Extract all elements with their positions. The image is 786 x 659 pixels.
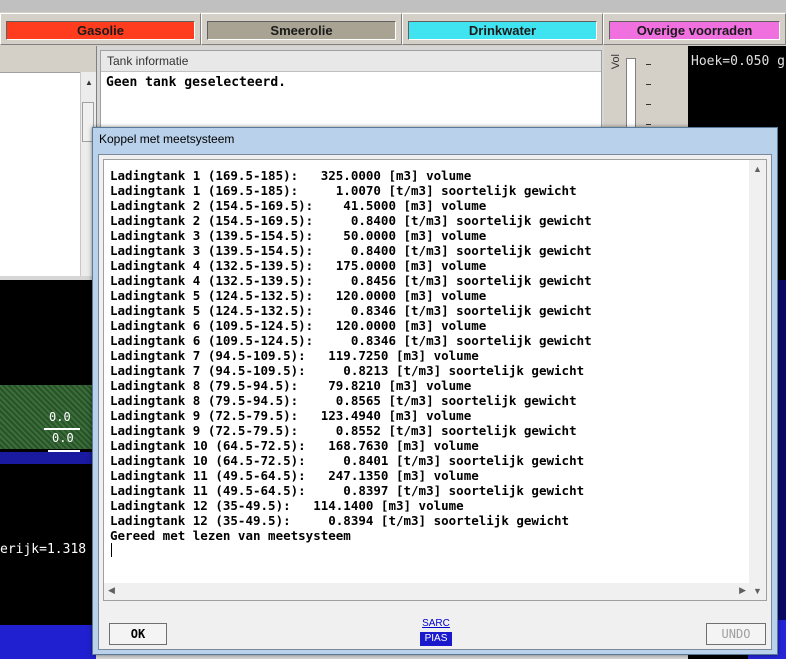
log-line: Ladingtank 9 (72.5-79.5): 123.4940 [m3] … [110, 408, 472, 423]
slider-tick [646, 124, 651, 125]
log-line: Ladingtank 2 (154.5-169.5): 0.8400 [t/m3… [110, 213, 592, 228]
log-line: Ladingtank 6 (109.5-124.5): 0.8346 [t/m3… [110, 333, 592, 348]
tank-section-graphic [0, 385, 96, 449]
log-line: Ladingtank 5 (124.5-132.5): 0.8346 [t/m3… [110, 303, 592, 318]
scroll-right-icon[interactable]: ▶ [739, 585, 746, 596]
bottom-blue-band [0, 625, 96, 659]
tab-gasolie[interactable]: Gasolie [0, 13, 201, 45]
log-line: Ladingtank 12 (35-49.5): 114.1400 [m3] v… [110, 498, 464, 513]
log-line: Ladingtank 3 (139.5-154.5): 0.8400 [t/m3… [110, 243, 592, 258]
tank-value-2: 0.0 [52, 431, 74, 445]
text-caret [111, 543, 112, 557]
scroll-up-icon[interactable]: ▲ [85, 78, 93, 87]
log-line: Ladingtank 1 (169.5-185): 1.0070 [t/m3] … [110, 183, 577, 198]
volume-label: Vol [610, 54, 622, 70]
log-line: Ladingtank 4 (132.5-139.5): 0.8456 [t/m3… [110, 273, 592, 288]
slider-tick [646, 104, 651, 105]
log-line: Ladingtank 2 (154.5-169.5): 41.5000 [m3]… [110, 198, 487, 213]
tab-gasolie-label: Gasolie [6, 21, 195, 40]
log-line: Ladingtank 4 (132.5-139.5): 175.0000 [m3… [110, 258, 487, 273]
tab-drinkwater-label: Drinkwater [408, 21, 597, 40]
log-vertical-scrollbar[interactable]: ▲ ▼ [749, 160, 766, 600]
tank-list-panel: ▲ [0, 46, 97, 276]
log-line: Ladingtank 11 (49.5-64.5): 247.1350 [m3]… [110, 468, 479, 483]
log-line: Ladingtank 5 (124.5-132.5): 120.0000 [m3… [110, 288, 487, 303]
dialog-title: Koppel met meetsysteem [99, 132, 235, 146]
dialog-client: Ladingtank 1 (169.5-185): 325.0000 [m3] … [98, 154, 772, 650]
ok-button[interactable]: OK [109, 623, 167, 645]
waterline-band [0, 452, 96, 464]
log-line: Ladingtank 7 (94.5-109.5): 119.7250 [m3]… [110, 348, 479, 363]
tank-list-header [0, 46, 96, 73]
log-horizontal-scrollbar[interactable]: ◀ ▶ [104, 583, 750, 600]
log-line: Ladingtank 8 (79.5-94.5): 0.8565 [t/m3] … [110, 393, 577, 408]
log-line: Ladingtank 7 (94.5-109.5): 0.8213 [t/m3]… [110, 363, 585, 378]
log-line: Ladingtank 6 (109.5-124.5): 120.0000 [m3… [110, 318, 487, 333]
scroll-down-icon[interactable]: ▼ [753, 586, 762, 596]
tank-level-line [44, 428, 80, 430]
undo-button[interactable]: UNDO [706, 623, 766, 645]
tab-overige-voorraden[interactable]: Overige voorraden [603, 13, 786, 45]
tab-drinkwater[interactable]: Drinkwater [402, 13, 603, 45]
scroll-left-icon[interactable]: ◀ [108, 585, 115, 596]
scroll-up-icon[interactable]: ▲ [753, 164, 762, 174]
log-line: Ladingtank 3 (139.5-154.5): 50.0000 [m3]… [110, 228, 487, 243]
koppel-meetsysteem-dialog: Koppel met meetsysteem Ladingtank 1 (169… [92, 127, 778, 655]
log-line: Ladingtank 10 (64.5-72.5): 0.8401 [t/m3]… [110, 453, 585, 468]
tank-info-message: Geen tank geselecteerd. [106, 75, 287, 90]
slider-tick [646, 64, 651, 65]
log-line: Ladingtank 1 (169.5-185): 325.0000 [m3] … [110, 168, 472, 183]
ratio-readout: erijk=1.318 [0, 542, 87, 557]
tank-info-title: Tank informatie [101, 51, 601, 72]
tank-type-tabbar: Gasolie Smeerolie Drinkwater Overige voo… [0, 0, 786, 46]
ship-view-left: 0.0 0.0 erijk=1.318 [0, 280, 96, 659]
measurement-log[interactable]: Ladingtank 1 (169.5-185): 325.0000 [m3] … [103, 159, 767, 601]
log-line: Ladingtank 11 (49.5-64.5): 0.8397 [t/m3]… [110, 483, 585, 498]
log-line: Gereed met lezen van meetsysteem [110, 528, 351, 543]
log-lines: Ladingtank 1 (169.5-185): 325.0000 [m3] … [110, 168, 592, 543]
tab-smeerolie[interactable]: Smeerolie [201, 13, 402, 45]
pias-logo: PIAS [420, 632, 452, 646]
log-line: Ladingtank 12 (35-49.5): 0.8394 [t/m3] s… [110, 513, 570, 528]
log-line: Ladingtank 8 (79.5-94.5): 79.8210 [m3] v… [110, 378, 472, 393]
sarc-link[interactable]: SARC [420, 618, 452, 629]
tank-value-1: 0.0 [49, 410, 71, 424]
tab-overige-voorraden-label: Overige voorraden [609, 21, 780, 40]
tab-smeerolie-label: Smeerolie [207, 21, 396, 40]
top-strip [0, 0, 786, 12]
log-line: Ladingtank 9 (72.5-79.5): 0.8552 [t/m3] … [110, 423, 577, 438]
angle-readout: Hoek=0.050 g [691, 54, 785, 69]
log-line: Ladingtank 10 (64.5-72.5): 168.7630 [m3]… [110, 438, 479, 453]
slider-tick [646, 84, 651, 85]
